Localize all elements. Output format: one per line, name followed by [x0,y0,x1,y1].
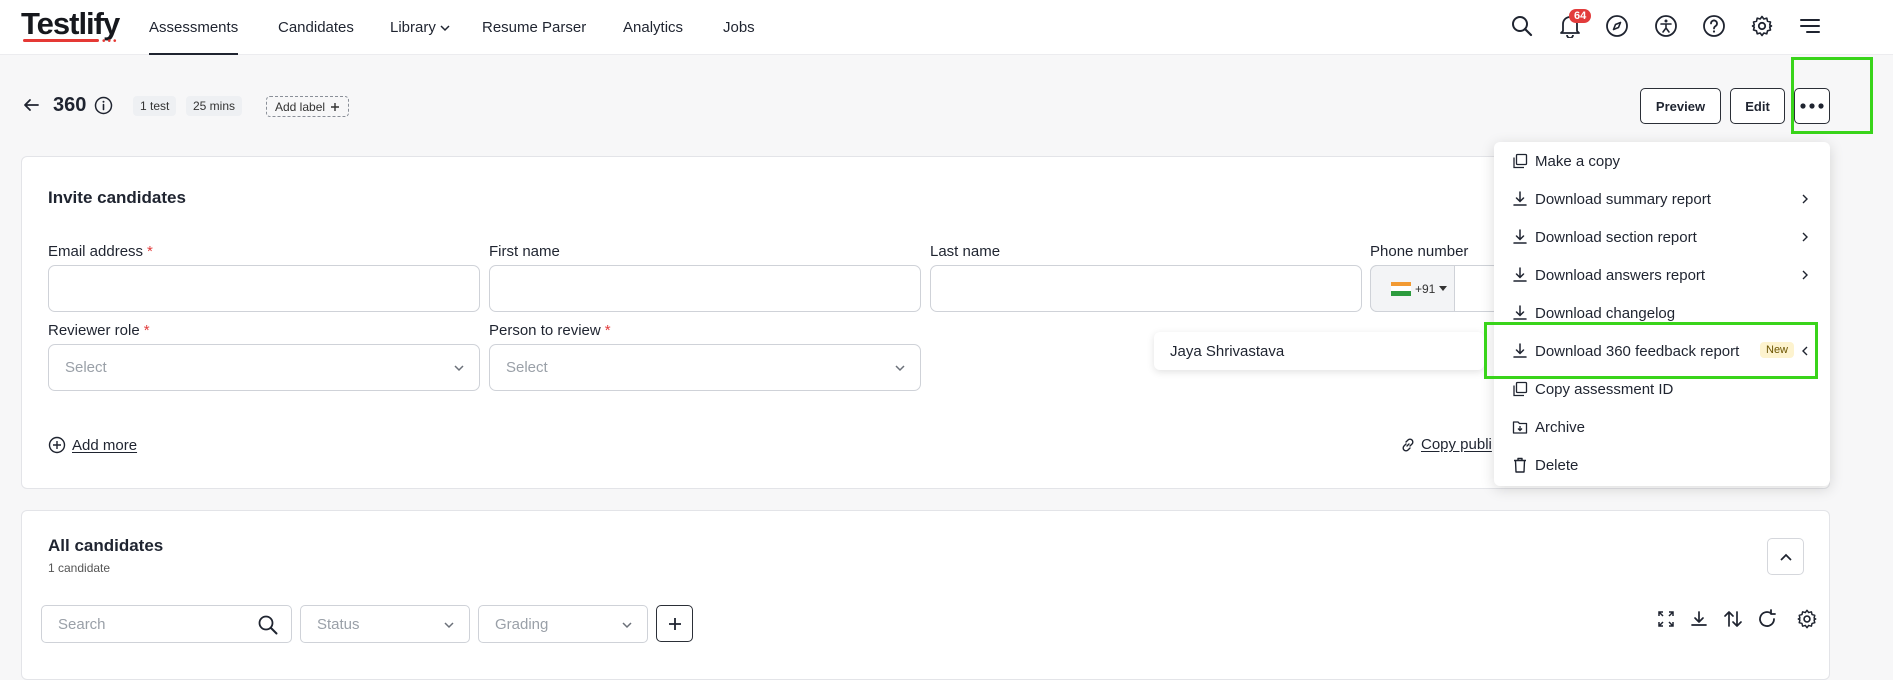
add-label-button[interactable]: Add label [266,96,350,117]
invite-candidates-title: Invite candidates [48,188,186,207]
accessibility-icon[interactable] [1652,12,1680,40]
copy-public-link[interactable]: Copy publi [1400,436,1492,453]
caret-down-icon [1439,285,1448,291]
menu-item-make-a-copy[interactable]: Make a copy [1494,142,1830,180]
download-icon[interactable] [1686,606,1712,632]
nav-library[interactable]: Library [390,0,450,55]
help-icon[interactable] [1700,12,1728,40]
download-icon [1513,267,1527,282]
nav-resume-parser[interactable]: Resume Parser [482,0,586,55]
chevron-right-icon [1802,270,1808,280]
reviewee-submenu-item[interactable]: Jaya Shrivastava [1154,332,1484,370]
copy-icon [1513,381,1528,397]
nav-assessments[interactable]: Assessments [149,0,239,55]
candidate-count: 1 candidate [48,561,111,575]
first-name-field[interactable] [489,265,921,312]
expand-icon[interactable] [1653,606,1679,632]
download-icon [1513,229,1527,244]
nav-jobs[interactable]: Jobs [723,0,755,55]
menu-icon[interactable] [1796,12,1824,40]
phone-label: Phone number [1370,243,1469,260]
email-label: Email address * [48,243,153,260]
menu-item-download-summary-report[interactable]: Download summary report [1494,180,1830,218]
chevron-down-icon [895,365,905,372]
refresh-icon[interactable] [1754,606,1780,632]
reviewer-role-label: Reviewer role * [48,322,150,339]
first-name-label: First name [489,243,560,260]
country-code-select[interactable]: +91 [1370,265,1455,312]
email-field[interactable] [48,265,480,312]
person-to-review-select[interactable]: Select [489,344,921,391]
logo-dots: ••• [102,36,119,47]
india-flag-icon [1391,281,1411,296]
all-candidates-title: All candidates [48,536,164,555]
copy-icon [1513,153,1528,169]
chevron-down-icon [622,622,632,629]
nav-analytics[interactable]: Analytics [623,0,683,55]
add-more-link[interactable]: Add more [48,436,137,454]
link-icon [1402,437,1414,452]
menu-item-delete[interactable]: Delete [1494,446,1830,484]
menu-item-download-answers-report[interactable]: Download answers report [1494,256,1830,294]
chevron-down-icon [440,24,450,31]
reviewer-role-select[interactable]: Select [48,344,480,391]
duration-chip: 25 mins [186,96,243,116]
last-name-label: Last name [930,243,1001,260]
status-filter-select[interactable]: Status [300,605,470,643]
plus-icon [668,617,681,630]
top-bar: Testlify ••• Assessments Candidates Libr… [0,0,1893,55]
search-icon [258,615,278,635]
person-to-review-label: Person to review * [489,322,611,339]
feedback-report-highlight [1484,322,1818,379]
more-options-menu: Make a copy Download summary report Down… [1494,142,1830,486]
sort-icon[interactable] [1720,606,1746,632]
preview-button[interactable]: Preview [1640,88,1721,124]
back-arrow-icon[interactable] [22,96,40,119]
notification-count-badge: 64 [1569,9,1592,23]
search-icon[interactable] [1508,12,1536,40]
table-settings-gear-icon[interactable] [1794,606,1820,632]
chevron-up-icon [1779,553,1792,561]
plus-icon [331,102,340,111]
info-icon[interactable] [94,96,113,120]
nav-candidates[interactable]: Candidates [278,0,354,55]
more-button-highlight [1791,57,1873,134]
chevron-right-icon [1802,232,1808,242]
archive-icon [1512,421,1528,434]
download-icon [1513,191,1527,206]
compass-icon[interactable] [1603,12,1631,40]
edit-button[interactable]: Edit [1730,88,1785,124]
logo-underline [23,39,99,42]
chevron-down-icon [444,622,454,629]
menu-item-archive[interactable]: Archive [1494,408,1830,446]
candidate-search-input[interactable]: Search [41,605,292,643]
grading-filter-select[interactable]: Grading [478,605,648,643]
chevron-right-icon [1802,194,1808,204]
trash-icon [1514,457,1526,473]
chevron-down-icon [454,365,464,372]
tests-count-chip: 1 test [133,96,177,116]
plus-circle-icon [48,436,66,454]
all-candidates-card [21,510,1830,680]
gear-icon[interactable] [1748,12,1776,40]
download-icon [1513,305,1527,320]
menu-item-download-section-report[interactable]: Download section report [1494,218,1830,256]
collapse-button[interactable] [1767,538,1804,575]
assessment-title: 360 [53,94,87,116]
last-name-field[interactable] [930,265,1362,312]
add-filter-button[interactable] [656,605,693,642]
